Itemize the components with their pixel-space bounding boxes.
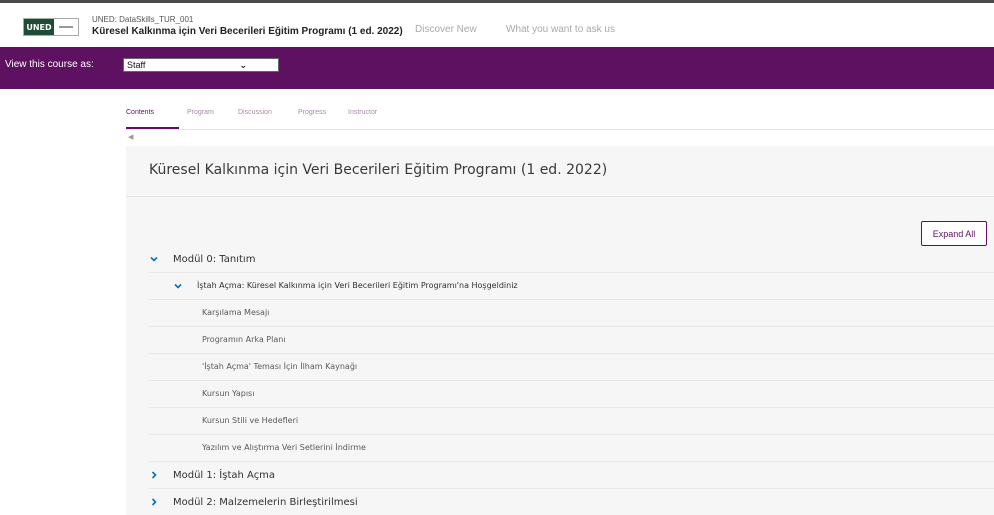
logo-secondary [54,19,78,35]
ask-us-link[interactable]: What you want to ask us [506,24,615,35]
section-title: Modül 0: Tanıtım [173,254,256,265]
course-name: Küresel Kalkınma için Veri Becerileri Eğ… [92,26,403,37]
section-row[interactable]: Modül 2: Malzemelerin Birleştirilmesi [149,489,994,515]
tab-progress[interactable]: Progress [298,109,326,116]
unit-row[interactable]: 'İştah Açma' Teması İçin İlham Kaynağı [149,354,994,381]
tab-program[interactable]: Program [187,109,214,116]
chevron-down-icon [150,256,158,262]
tabs-divider [126,129,994,130]
chevron-down-icon: ⌄ [239,60,247,70]
tab-discussion[interactable]: Discussion [238,109,272,116]
unit-row[interactable]: Kursun Stili ve Hedefleri [149,408,994,435]
course-outline-panel: Küresel Kalkınma için Veri Becerileri Eğ… [126,146,994,515]
discover-new-link[interactable]: Discover New [415,24,477,35]
course-title-block: Küresel Kalkınma için Veri Becerileri Eğ… [126,146,994,197]
site-header: UNED UNED: DataSkills_TUR_001 Küresel Ka… [0,0,994,47]
unit-title: Kursun Stili ve Hedefleri [202,416,299,425]
subsection-title: İştah Açma: Küresel Kalkınma için Veri B… [197,281,518,290]
unit-title: Programın Arka Planı [202,335,286,344]
unit-row[interactable]: Programın Arka Planı [149,327,994,354]
chevron-right-icon [151,471,157,479]
view-as-bar: View this course as: Staff ⌄ [0,47,994,89]
caret-left-icon[interactable]: ◀ [128,133,133,141]
section-row[interactable]: Modül 0: Tanıtım [149,246,994,273]
course-id: UNED: DataSkills_TUR_001 [92,15,194,24]
unit-title: 'İştah Açma' Teması İçin İlham Kaynağı [202,362,358,371]
section-title: Modül 1: İştah Açma [173,470,276,481]
view-as-selected-value: Staff [127,60,146,70]
chevron-down-icon [174,283,182,289]
unit-row[interactable]: Kursun Yapısı [149,381,994,408]
unit-title: Karşılama Mesajı [202,308,270,317]
page-title: Küresel Kalkınma için Veri Becerileri Eğ… [149,162,608,178]
expand-all-button[interactable]: Expand All [921,221,987,246]
unit-row[interactable]: Karşılama Mesajı [149,300,994,327]
tab-contents[interactable]: Contents [126,109,154,116]
unit-title: Kursun Yapısı [202,389,255,398]
tab-instructor[interactable]: Instructor [348,109,377,116]
unit-row[interactable]: Yazılım ve Alıştırma Veri Setlerini İndi… [149,435,994,462]
uned-logo[interactable]: UNED [23,18,79,36]
unit-title: Yazılım ve Alıştırma Veri Setlerini İndi… [202,443,366,452]
view-as-label: View this course as: [5,59,94,70]
subsection-row[interactable]: İştah Açma: Küresel Kalkınma için Veri B… [149,273,994,300]
view-as-select[interactable]: Staff ⌄ [123,58,279,72]
section-title: Modül 2: Malzemelerin Birleştirilmesi [173,497,358,508]
logo-mark: UNED [24,19,54,35]
chevron-right-icon [151,498,157,506]
section-row[interactable]: Modül 1: İştah Açma [149,462,994,489]
